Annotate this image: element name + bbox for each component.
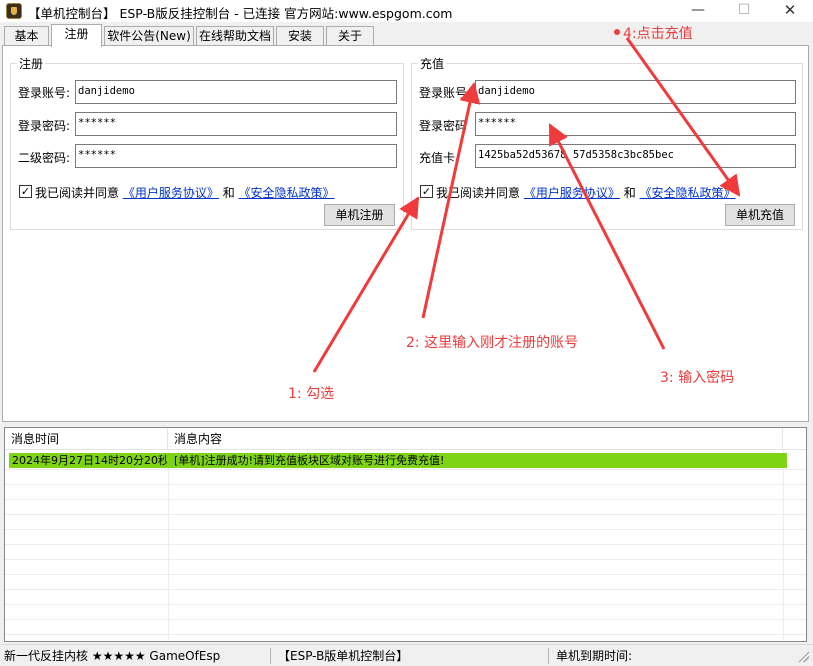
register-agree-checkbox[interactable]: ✓: [19, 185, 32, 198]
tab-register[interactable]: 注册: [51, 24, 102, 47]
grid-line: [5, 469, 806, 470]
recharge-agree-checkbox[interactable]: ✓: [420, 185, 433, 198]
grid-line: [5, 634, 806, 635]
recharge-agree-and: 和: [623, 186, 636, 200]
log-column-message[interactable]: 消息内容: [168, 428, 783, 450]
register-account-input[interactable]: danjidemo: [75, 80, 397, 104]
log-row-message: [单机]注册成功!请到充值板块区域对账号进行免费充值!: [174, 454, 445, 467]
register-privacy-policy-link[interactable]: 《安全隐私政策》: [239, 186, 335, 200]
status-separator: [270, 648, 271, 664]
recharge-privacy-policy-link[interactable]: 《安全隐私政策》: [640, 186, 736, 200]
register-password2-label: 二级密码:: [18, 151, 71, 165]
bullet-dot: [614, 29, 620, 35]
grid-line: [5, 544, 806, 545]
log-row[interactable]: 2024年9月27日14时20分20秒 [单机]注册成功!请到充值板块区域对账号…: [9, 453, 787, 468]
register-agree-and: 和: [222, 186, 235, 200]
grid-line: [5, 589, 806, 590]
grid-line: [5, 499, 806, 500]
register-group: 注册 登录账号: danjidemo 登录密码: ****** 二级密码: **…: [10, 55, 404, 230]
recharge-card-label: 充值卡: [419, 151, 456, 165]
window-title: 【单机控制台】 ESP-B版反挂控制台 - 已连接 官方网站:www.espgo…: [28, 6, 453, 21]
log-row-time: 2024年9月27日14时20分20秒: [12, 454, 167, 467]
status-expiry: 单机到期时间:: [556, 649, 633, 663]
recharge-agree-text: 我已阅读并同意 《用户服务协议》 和 《安全隐私政策》: [436, 184, 736, 201]
close-button[interactable]: ✕: [767, 0, 813, 22]
register-password-label: 登录密码:: [18, 119, 71, 133]
register-account-label: 登录账号:: [18, 86, 71, 100]
register-agree-text: 我已阅读并同意 《用户服务协议》 和 《安全隐私政策》: [35, 184, 335, 201]
recharge-user-agreement-link[interactable]: 《用户服务协议》: [524, 186, 620, 200]
grid-line: [168, 450, 169, 641]
message-log-list[interactable]: 消息时间 消息内容 2024年9月27日14时20分20秒 [单机]注册成功!请…: [4, 427, 807, 642]
log-header: 消息时间 消息内容: [5, 428, 806, 450]
minimize-button[interactable]: —: [675, 0, 721, 22]
recharge-password-input[interactable]: ******: [475, 112, 796, 136]
recharge-password-label: 登录密码: [419, 119, 468, 133]
title-bar: 【单机控制台】 ESP-B版反挂控制台 - 已连接 官方网站:www.espgo…: [0, 0, 813, 22]
register-agree-prefix: 我已阅读并同意: [35, 186, 120, 200]
resize-grip-icon[interactable]: [797, 650, 809, 662]
recharge-account-input[interactable]: danjidemo: [475, 80, 796, 104]
annotation-step1: 1: 勾选: [288, 386, 335, 402]
status-console-name: 【ESP-B版单机控制台】: [278, 649, 409, 663]
register-password-input[interactable]: ******: [75, 112, 397, 136]
grid-line: [5, 484, 806, 485]
grid-line: [5, 559, 806, 560]
tab-about[interactable]: 关于: [326, 26, 374, 46]
log-column-time[interactable]: 消息时间: [5, 428, 168, 450]
annotation-step3: 3: 输入密码: [660, 370, 735, 386]
status-bar: 新一代反挂内核 ★★★★★ GameOfEsp 【ESP-B版单机控制台】 单机…: [0, 644, 813, 666]
grid-line: [5, 529, 806, 530]
status-separator: [548, 648, 549, 664]
grid-line: [5, 574, 806, 575]
annotation-step2: 2: 这里输入刚才注册的账号: [406, 335, 579, 351]
tab-install[interactable]: 安装: [276, 26, 324, 46]
register-button[interactable]: 单机注册: [324, 204, 395, 226]
grid-line: [5, 514, 806, 515]
grid-line: [5, 604, 806, 605]
status-kernel: 新一代反挂内核 ★★★★★ GameOfEsp: [4, 649, 221, 663]
register-group-title: 注册: [17, 55, 46, 72]
annotation-step4: 4:点击充值: [623, 26, 693, 42]
recharge-button[interactable]: 单机充值: [725, 204, 795, 226]
recharge-group-title: 充值: [418, 55, 447, 72]
register-tab-panel: 注册 登录账号: danjidemo 登录密码: ****** 二级密码: **…: [2, 45, 809, 422]
recharge-card-input[interactable]: 1425ba52d53678 57d5358c3bc85bec: [475, 144, 796, 168]
recharge-group: 充值 登录账号: danjidemo 登录密码 ****** 充值卡 1425b…: [411, 55, 803, 230]
tab-basic[interactable]: 基本: [4, 26, 49, 46]
recharge-agree-prefix: 我已阅读并同意: [436, 186, 521, 200]
grid-line: [783, 450, 784, 641]
tab-announcement[interactable]: 软件公告(New): [104, 26, 194, 46]
recharge-account-label: 登录账号:: [419, 86, 472, 100]
tab-online-help[interactable]: 在线帮助文档: [196, 26, 274, 46]
maximize-button[interactable]: ☐: [721, 0, 767, 22]
register-user-agreement-link[interactable]: 《用户服务协议》: [123, 186, 219, 200]
grid-line: [5, 619, 806, 620]
esp-app-icon: [6, 3, 22, 19]
register-password2-input[interactable]: ******: [75, 144, 397, 168]
